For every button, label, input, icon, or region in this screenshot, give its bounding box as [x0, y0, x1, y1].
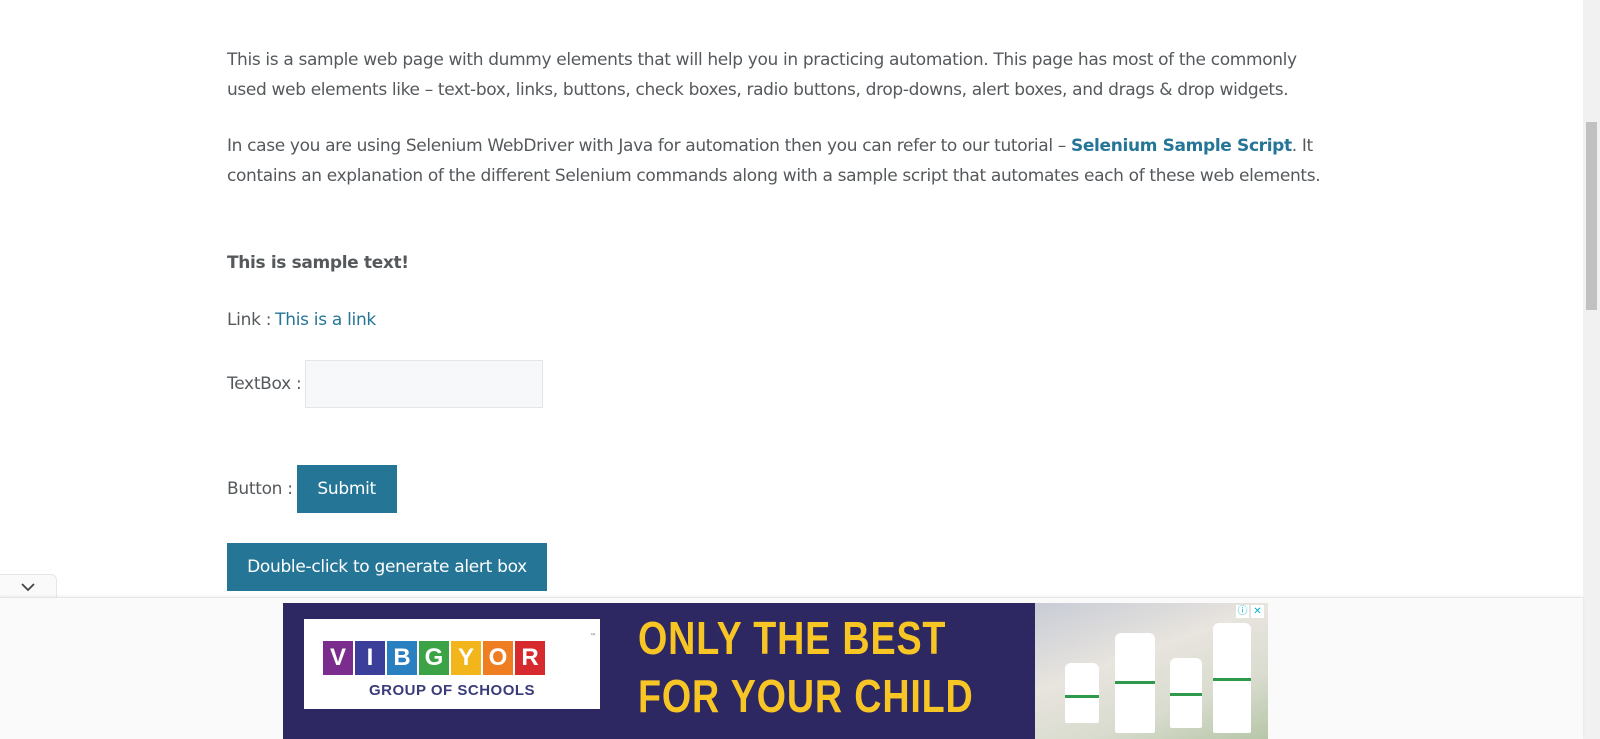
button-row: Button : Submit: [227, 465, 397, 513]
sample-text: This is sample text!: [227, 253, 409, 273]
ad-photo-belt: [1065, 695, 1099, 698]
sample-textbox[interactable]: [305, 360, 544, 408]
ad-photo: [1035, 603, 1268, 739]
ad-photo-belt: [1115, 681, 1155, 684]
advertisement-banner[interactable]: VIBGYOR ™ GROUP OF SCHOOLS ONLY THE BEST…: [283, 603, 1268, 739]
intro-paragraph-2: In case you are using Selenium WebDriver…: [227, 131, 1327, 191]
ad-logo-letter: O: [483, 641, 513, 675]
ad-logo-letter: I: [355, 641, 385, 675]
ad-logo: VIBGYOR ™ GROUP OF SCHOOLS: [304, 619, 600, 709]
ad-photo-belt: [1170, 693, 1202, 696]
ad-logo-letters: VIBGYOR: [323, 641, 547, 675]
link-row: Link : This is a link: [227, 305, 376, 335]
textbox-row: TextBox :: [227, 360, 544, 408]
intro-paragraph-2-text: In case you are using Selenium WebDriver…: [227, 136, 1071, 156]
ad-controls: ⓘ ✕: [1236, 605, 1264, 618]
ad-logo-trademark: ™: [590, 633, 596, 640]
scrollbar-thumb[interactable]: [1586, 122, 1597, 310]
close-icon[interactable]: ✕: [1251, 605, 1264, 618]
ad-photo-belt: [1213, 678, 1251, 681]
ad-photo-figure: [1065, 663, 1099, 723]
ad-logo-letter: V: [323, 641, 353, 675]
sample-link[interactable]: This is a link: [275, 310, 376, 330]
textbox-label: TextBox :: [227, 374, 302, 394]
ad-logo-letter: R: [515, 641, 545, 675]
chevron-down-icon: [21, 582, 35, 591]
ad-headline-line-1: ONLY THE BEST: [638, 612, 947, 664]
link-label: Link :: [227, 310, 272, 330]
selenium-sample-script-link[interactable]: Selenium Sample Script: [1071, 136, 1292, 156]
ad-headline-line-2: FOR YOUR CHILD: [638, 670, 974, 722]
ad-collapse-button[interactable]: [0, 574, 57, 598]
ad-logo-letter: G: [419, 641, 449, 675]
button-label: Button :: [227, 479, 293, 499]
ad-logo-subtitle: GROUP OF SCHOOLS: [368, 682, 536, 699]
intro-paragraph-1: This is a sample web page with dummy ele…: [227, 50, 1297, 100]
ad-logo-letter: Y: [451, 641, 481, 675]
ad-headline: ONLY THE BEST FOR YOUR CHILD: [638, 609, 974, 725]
info-icon[interactable]: ⓘ: [1236, 605, 1249, 618]
submit-button[interactable]: Submit: [296, 465, 397, 513]
vertical-scrollbar[interactable]: [1583, 0, 1600, 739]
double-click-alert-button[interactable]: Double-click to generate alert box: [227, 543, 547, 591]
ad-logo-letter: B: [387, 641, 417, 675]
